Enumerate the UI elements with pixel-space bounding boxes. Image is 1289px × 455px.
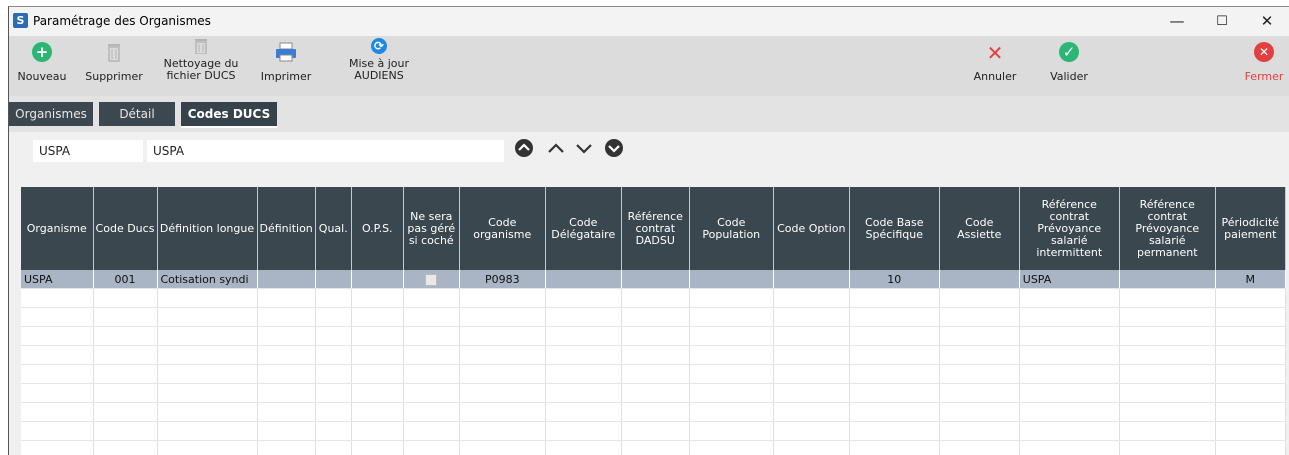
fermer-label: Fermer xyxy=(1244,70,1284,83)
window: S Paramétrage des Organismes — ☐ ✕ + Nou… xyxy=(8,6,1289,455)
column-header[interactable]: Référence contrat Prévoyance salarié int… xyxy=(1019,187,1120,270)
column-header[interactable]: O.P.S. xyxy=(351,187,404,270)
column-header[interactable]: Code Option xyxy=(773,187,850,270)
cell[interactable]: 10 xyxy=(849,270,940,289)
refresh-icon: ⟳ xyxy=(339,38,419,54)
nettoyage-label-2: fichier DUCS xyxy=(166,69,236,82)
column-header[interactable]: Code Base Spécifique xyxy=(849,187,940,270)
cell[interactable]: M xyxy=(1215,270,1286,289)
table-row[interactable] xyxy=(21,345,1286,365)
imprimer-label: Imprimer xyxy=(260,70,312,83)
column-header[interactable]: Organisme xyxy=(21,187,94,270)
plus-icon: + xyxy=(9,42,75,64)
column-header[interactable]: Qual. xyxy=(315,187,352,270)
column-header[interactable]: Code Assiette xyxy=(939,187,1020,270)
cell[interactable] xyxy=(545,270,622,289)
table-row[interactable] xyxy=(21,402,1286,422)
window-title: Paramétrage des Organismes xyxy=(33,14,211,28)
next-record-icon[interactable] xyxy=(573,138,595,160)
nouveau-label: Nouveau xyxy=(17,70,67,83)
checkbox[interactable] xyxy=(425,273,438,286)
toolbar: + Nouveau Supprimer Nettoyage du fichier… xyxy=(9,36,1289,96)
supprimer-label: Supprimer xyxy=(85,70,143,83)
column-header[interactable]: Périodicité paiement xyxy=(1215,187,1286,270)
table-row[interactable] xyxy=(21,383,1286,403)
printer-icon xyxy=(253,42,319,64)
tab-codes-ducs[interactable]: Codes DUCS xyxy=(181,102,277,128)
first-record-icon[interactable] xyxy=(513,138,535,160)
trash-icon xyxy=(75,42,153,64)
cell[interactable] xyxy=(315,270,352,289)
column-header[interactable]: Ne sera pas géré si coché xyxy=(403,187,460,270)
annuler-button[interactable]: ✕ Annuler xyxy=(965,36,1025,96)
nettoyage-button[interactable]: Nettoyage du fichier DUCS xyxy=(159,36,243,96)
column-header[interactable]: Code Population xyxy=(689,187,774,270)
close-button[interactable]: ✕ xyxy=(1247,7,1287,36)
table-row[interactable] xyxy=(21,326,1286,346)
cell[interactable]: P0983 xyxy=(459,270,546,289)
trash-icon xyxy=(159,38,243,55)
name-field[interactable]: USPA xyxy=(147,140,504,162)
cross-icon: ✕ xyxy=(986,41,1004,65)
previous-record-icon[interactable] xyxy=(545,138,567,160)
maximize-button[interactable]: ☐ xyxy=(1202,7,1242,36)
column-header[interactable]: Définition xyxy=(257,187,316,270)
cell[interactable] xyxy=(689,270,774,289)
column-header[interactable]: Code Ducs xyxy=(93,187,158,270)
code-field[interactable]: USPA xyxy=(33,140,143,162)
last-record-icon[interactable] xyxy=(603,138,625,160)
column-header[interactable]: Référence contrat DADSU xyxy=(621,187,690,270)
cell[interactable] xyxy=(773,270,850,289)
cell[interactable]: Cotisation syndi xyxy=(157,270,258,289)
tab-detail[interactable]: Détail xyxy=(99,102,175,126)
cell[interactable] xyxy=(351,270,404,289)
cell[interactable]: USPA xyxy=(1019,270,1120,289)
supprimer-button[interactable]: Supprimer xyxy=(75,36,153,96)
column-header[interactable]: Référence contrat Prévoyance salarié per… xyxy=(1119,187,1216,270)
grid-header: Organisme Code Ducs Définition longue Dé… xyxy=(21,187,1286,270)
table-row[interactable] xyxy=(21,440,1286,455)
valider-button[interactable]: ✓ Valider xyxy=(1039,36,1099,96)
column-header[interactable]: Code Délégataire xyxy=(545,187,622,270)
tab-bar: Organismes Détail Codes DUCS xyxy=(9,96,1289,132)
cell[interactable] xyxy=(621,270,690,289)
titlebar: S Paramétrage des Organismes — ☐ ✕ xyxy=(9,7,1289,36)
valider-label: Valider xyxy=(1050,70,1088,83)
filter-bar: USPA USPA xyxy=(9,132,1289,172)
cell[interactable] xyxy=(939,270,1020,289)
table-row[interactable]: USPA 001 Cotisation syndi P0983 10 USPA … xyxy=(21,270,1286,289)
column-header[interactable]: Définition longue xyxy=(157,187,258,270)
imprimer-button[interactable]: Imprimer xyxy=(253,36,319,96)
cell[interactable]: 001 xyxy=(93,270,158,289)
table-row[interactable] xyxy=(21,421,1286,441)
column-header[interactable]: Code organisme xyxy=(459,187,546,270)
minimize-button[interactable]: — xyxy=(1157,7,1197,36)
codes-ducs-grid: Organisme Code Ducs Définition longue Dé… xyxy=(21,187,1286,455)
fermer-button[interactable]: ✕ Fermer xyxy=(1239,36,1289,96)
table-row[interactable] xyxy=(21,364,1286,384)
tab-organismes[interactable]: Organismes xyxy=(9,102,93,126)
table-row[interactable] xyxy=(21,307,1286,327)
maj-label-2: AUDIENS xyxy=(354,69,404,82)
cell[interactable]: USPA xyxy=(21,270,94,289)
app-icon: S xyxy=(13,13,28,28)
cell-checkbox[interactable] xyxy=(403,270,460,289)
check-icon: ✓ xyxy=(1039,42,1099,64)
mise-a-jour-button[interactable]: ⟳ Mise à jour AUDIENS xyxy=(339,36,419,96)
cell[interactable] xyxy=(1119,270,1216,289)
nouveau-button[interactable]: + Nouveau xyxy=(9,36,75,96)
cell[interactable] xyxy=(257,270,316,289)
table-row[interactable] xyxy=(21,288,1286,308)
annuler-label: Annuler xyxy=(973,70,1017,83)
close-circle-icon: ✕ xyxy=(1239,42,1289,64)
